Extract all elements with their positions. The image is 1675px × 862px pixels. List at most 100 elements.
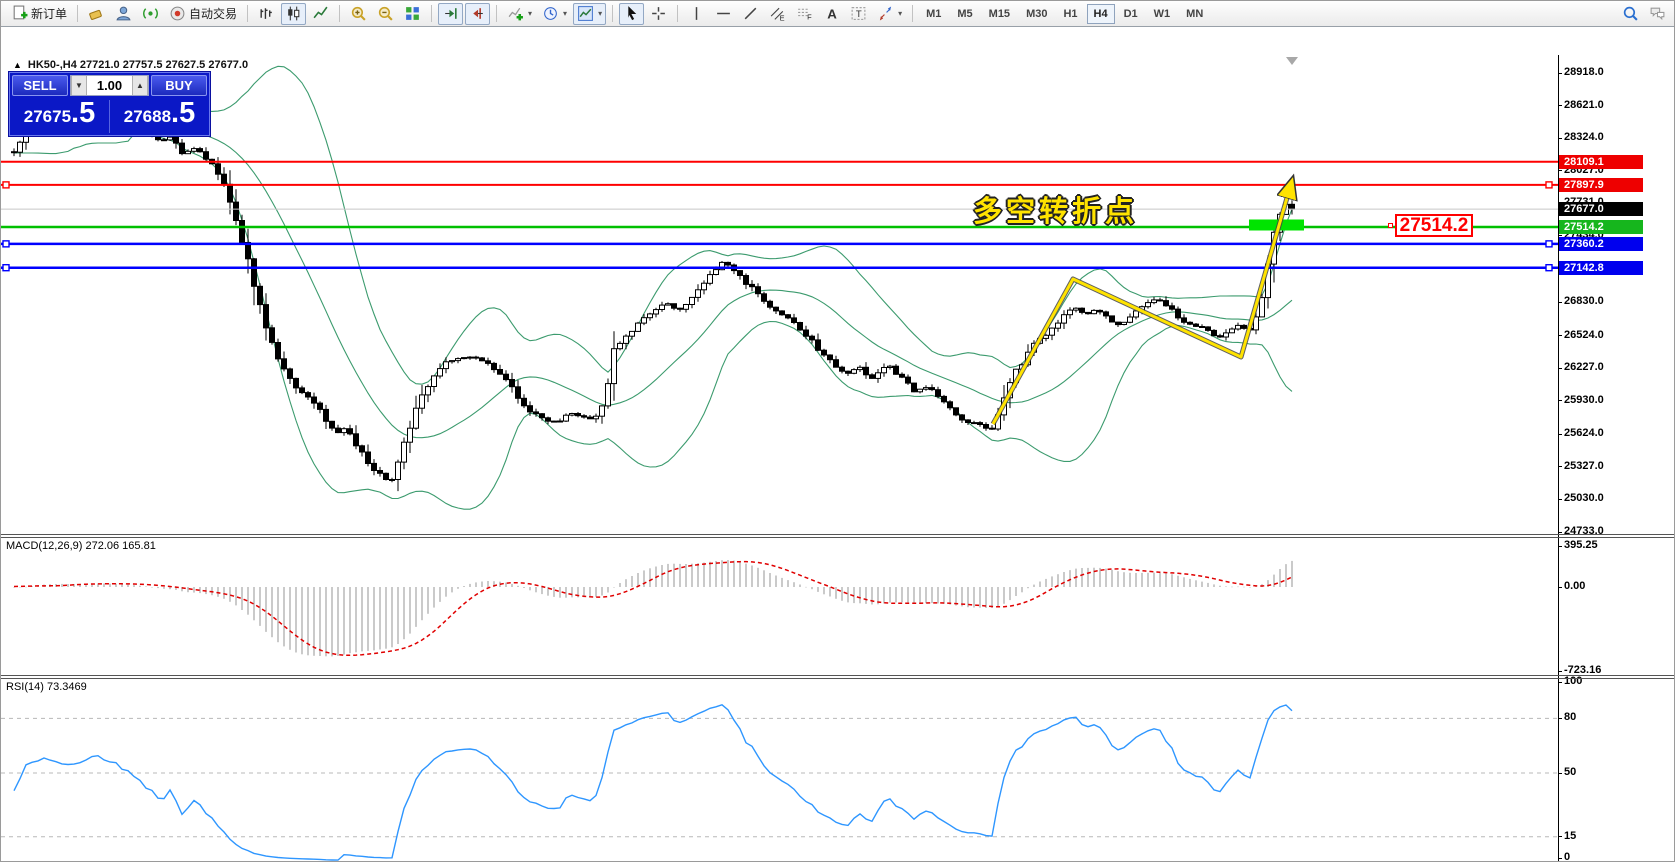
- search-icon: [1622, 5, 1639, 22]
- sell-price[interactable]: 27675.5: [10, 97, 109, 133]
- pane-separator[interactable]: [1, 675, 1675, 676]
- timeframe-mn-button[interactable]: MN: [1179, 4, 1210, 24]
- fibo-icon: F: [796, 5, 813, 22]
- bar-chart-button[interactable]: [254, 3, 279, 25]
- signal-button[interactable]: [138, 3, 163, 25]
- indicator-add-icon: [507, 5, 524, 22]
- clock-icon: [542, 5, 559, 22]
- eraser-button[interactable]: [84, 3, 109, 25]
- eraser-icon: [88, 5, 105, 22]
- bollinger-lower-band: [14, 130, 1292, 509]
- timeframe-h1-button[interactable]: H1: [1056, 4, 1084, 24]
- line-handle[interactable]: [1546, 265, 1552, 271]
- auto-trading-button[interactable]: 自动交易: [165, 3, 241, 25]
- candle-chart-button[interactable]: [281, 3, 306, 25]
- cursor-button[interactable]: [619, 3, 644, 25]
- timeframe-w1-button[interactable]: W1: [1147, 4, 1178, 24]
- line-handle[interactable]: [3, 182, 9, 188]
- price-axis-line: [1558, 55, 1559, 862]
- toolbar-separator: [612, 5, 613, 22]
- rsi-pane[interactable]: [1, 705, 1558, 860]
- periods-button[interactable]: ▾: [538, 3, 571, 25]
- one-click-trading-panel: SELL ▼ ▲ BUY 27675.5 27688.5: [9, 72, 210, 136]
- autoscroll-icon: [442, 5, 459, 22]
- candles-layer: [12, 118, 1295, 491]
- shapes-button[interactable]: ▾: [873, 3, 906, 25]
- zoom-in-icon: [350, 5, 367, 22]
- toolbar: 新订单 自动交易 ▾ ▾ ▾ E F A T ▾ M1M5M15M30H1H4D1W1MN: [1, 1, 1675, 27]
- templates-button[interactable]: ▾: [573, 3, 606, 25]
- chart-canvas[interactable]: [1, 28, 1675, 862]
- dropdown-arrow-icon[interactable]: ▾: [528, 9, 532, 18]
- search-button[interactable]: [1618, 3, 1643, 25]
- chart-shift-button[interactable]: [465, 3, 490, 25]
- indicators-button[interactable]: ▾: [503, 3, 536, 25]
- svg-text:A: A: [827, 6, 837, 21]
- new-order-button[interactable]: 新订单: [7, 3, 71, 25]
- collapse-triangle-icon[interactable]: ▲: [13, 60, 22, 70]
- line-handle[interactable]: [1546, 241, 1552, 247]
- crosshair-button[interactable]: [646, 3, 671, 25]
- profile-button[interactable]: [111, 3, 136, 25]
- macd-pane[interactable]: [13, 560, 1292, 656]
- pane-separator[interactable]: [1, 678, 1675, 679]
- chart-shift-marker-icon[interactable]: [1286, 57, 1298, 65]
- buy-price[interactable]: 27688.5: [110, 97, 209, 133]
- linechart-icon: [312, 5, 329, 22]
- pane-separator[interactable]: [1, 534, 1675, 535]
- timeframe-m15-button[interactable]: M15: [982, 4, 1017, 24]
- timeframe-m1-button[interactable]: M1: [919, 4, 948, 24]
- volume-stepper: ▼ ▲: [70, 75, 149, 96]
- line-chart-button[interactable]: [308, 3, 333, 25]
- fibonacci-button[interactable]: F: [792, 3, 817, 25]
- toolbar-separator: [77, 5, 78, 22]
- channel-icon: E: [769, 5, 786, 22]
- textT-icon: T: [850, 5, 867, 22]
- trend-arrow[interactable]: [993, 184, 1291, 424]
- line-handle[interactable]: [3, 265, 9, 271]
- buy-button[interactable]: BUY: [151, 75, 207, 96]
- tline-icon: [742, 5, 759, 22]
- timeframe-d1-button[interactable]: D1: [1117, 4, 1145, 24]
- line-handle[interactable]: [3, 241, 9, 247]
- timeframe-m30-button[interactable]: M30: [1019, 4, 1054, 24]
- chat-button[interactable]: [1645, 3, 1670, 25]
- svg-text:T: T: [856, 9, 862, 20]
- volume-increase-button[interactable]: ▲: [132, 76, 148, 95]
- timeframe-m5-button[interactable]: M5: [950, 4, 979, 24]
- sell-button[interactable]: SELL: [12, 75, 68, 96]
- new-order-button-label: 新订单: [31, 5, 67, 22]
- line-handle[interactable]: [1546, 182, 1552, 188]
- text-button[interactable]: A: [819, 3, 844, 25]
- volume-decrease-button[interactable]: ▼: [71, 76, 87, 95]
- pane-separator[interactable]: [1, 537, 1675, 538]
- zoom-out-icon: [377, 5, 394, 22]
- chat-icon: [1649, 5, 1666, 22]
- template-icon: [577, 5, 594, 22]
- zoom-out-button[interactable]: [373, 3, 398, 25]
- horizontal-line-button[interactable]: [711, 3, 736, 25]
- tile-windows-button[interactable]: [400, 3, 425, 25]
- timeframe-h4-button[interactable]: H4: [1087, 4, 1115, 24]
- auto-scroll-button[interactable]: [438, 3, 463, 25]
- profile-icon: [115, 5, 132, 22]
- dropdown-arrow-icon[interactable]: ▾: [898, 9, 902, 18]
- shapes-icon: [877, 5, 894, 22]
- trendline-button[interactable]: [738, 3, 763, 25]
- tile-icon: [404, 5, 421, 22]
- macd-histogram: [13, 560, 1292, 656]
- text-label-button[interactable]: T: [846, 3, 871, 25]
- toolbar-separator: [677, 5, 678, 22]
- zoom-in-button[interactable]: [346, 3, 371, 25]
- volume-input[interactable]: [87, 76, 132, 95]
- mt4-window: 新订单 自动交易 ▾ ▾ ▾ E F A T ▾ M1M5M15M30H1H4D1W1MN ▲ HK…: [0, 0, 1675, 862]
- dropdown-arrow-icon[interactable]: ▾: [598, 9, 602, 18]
- toolbar-separator: [912, 5, 913, 22]
- bars-icon: [258, 5, 275, 22]
- textA-icon: A: [823, 5, 840, 22]
- vertical-line-button[interactable]: [684, 3, 709, 25]
- dropdown-arrow-icon[interactable]: ▾: [563, 9, 567, 18]
- equidistant-channel-button[interactable]: E: [765, 3, 790, 25]
- chart-ohlc-header: ▲ HK50-,H4 27721.0 27757.5 27627.5 27677…: [13, 59, 248, 71]
- svg-text:F: F: [807, 12, 812, 21]
